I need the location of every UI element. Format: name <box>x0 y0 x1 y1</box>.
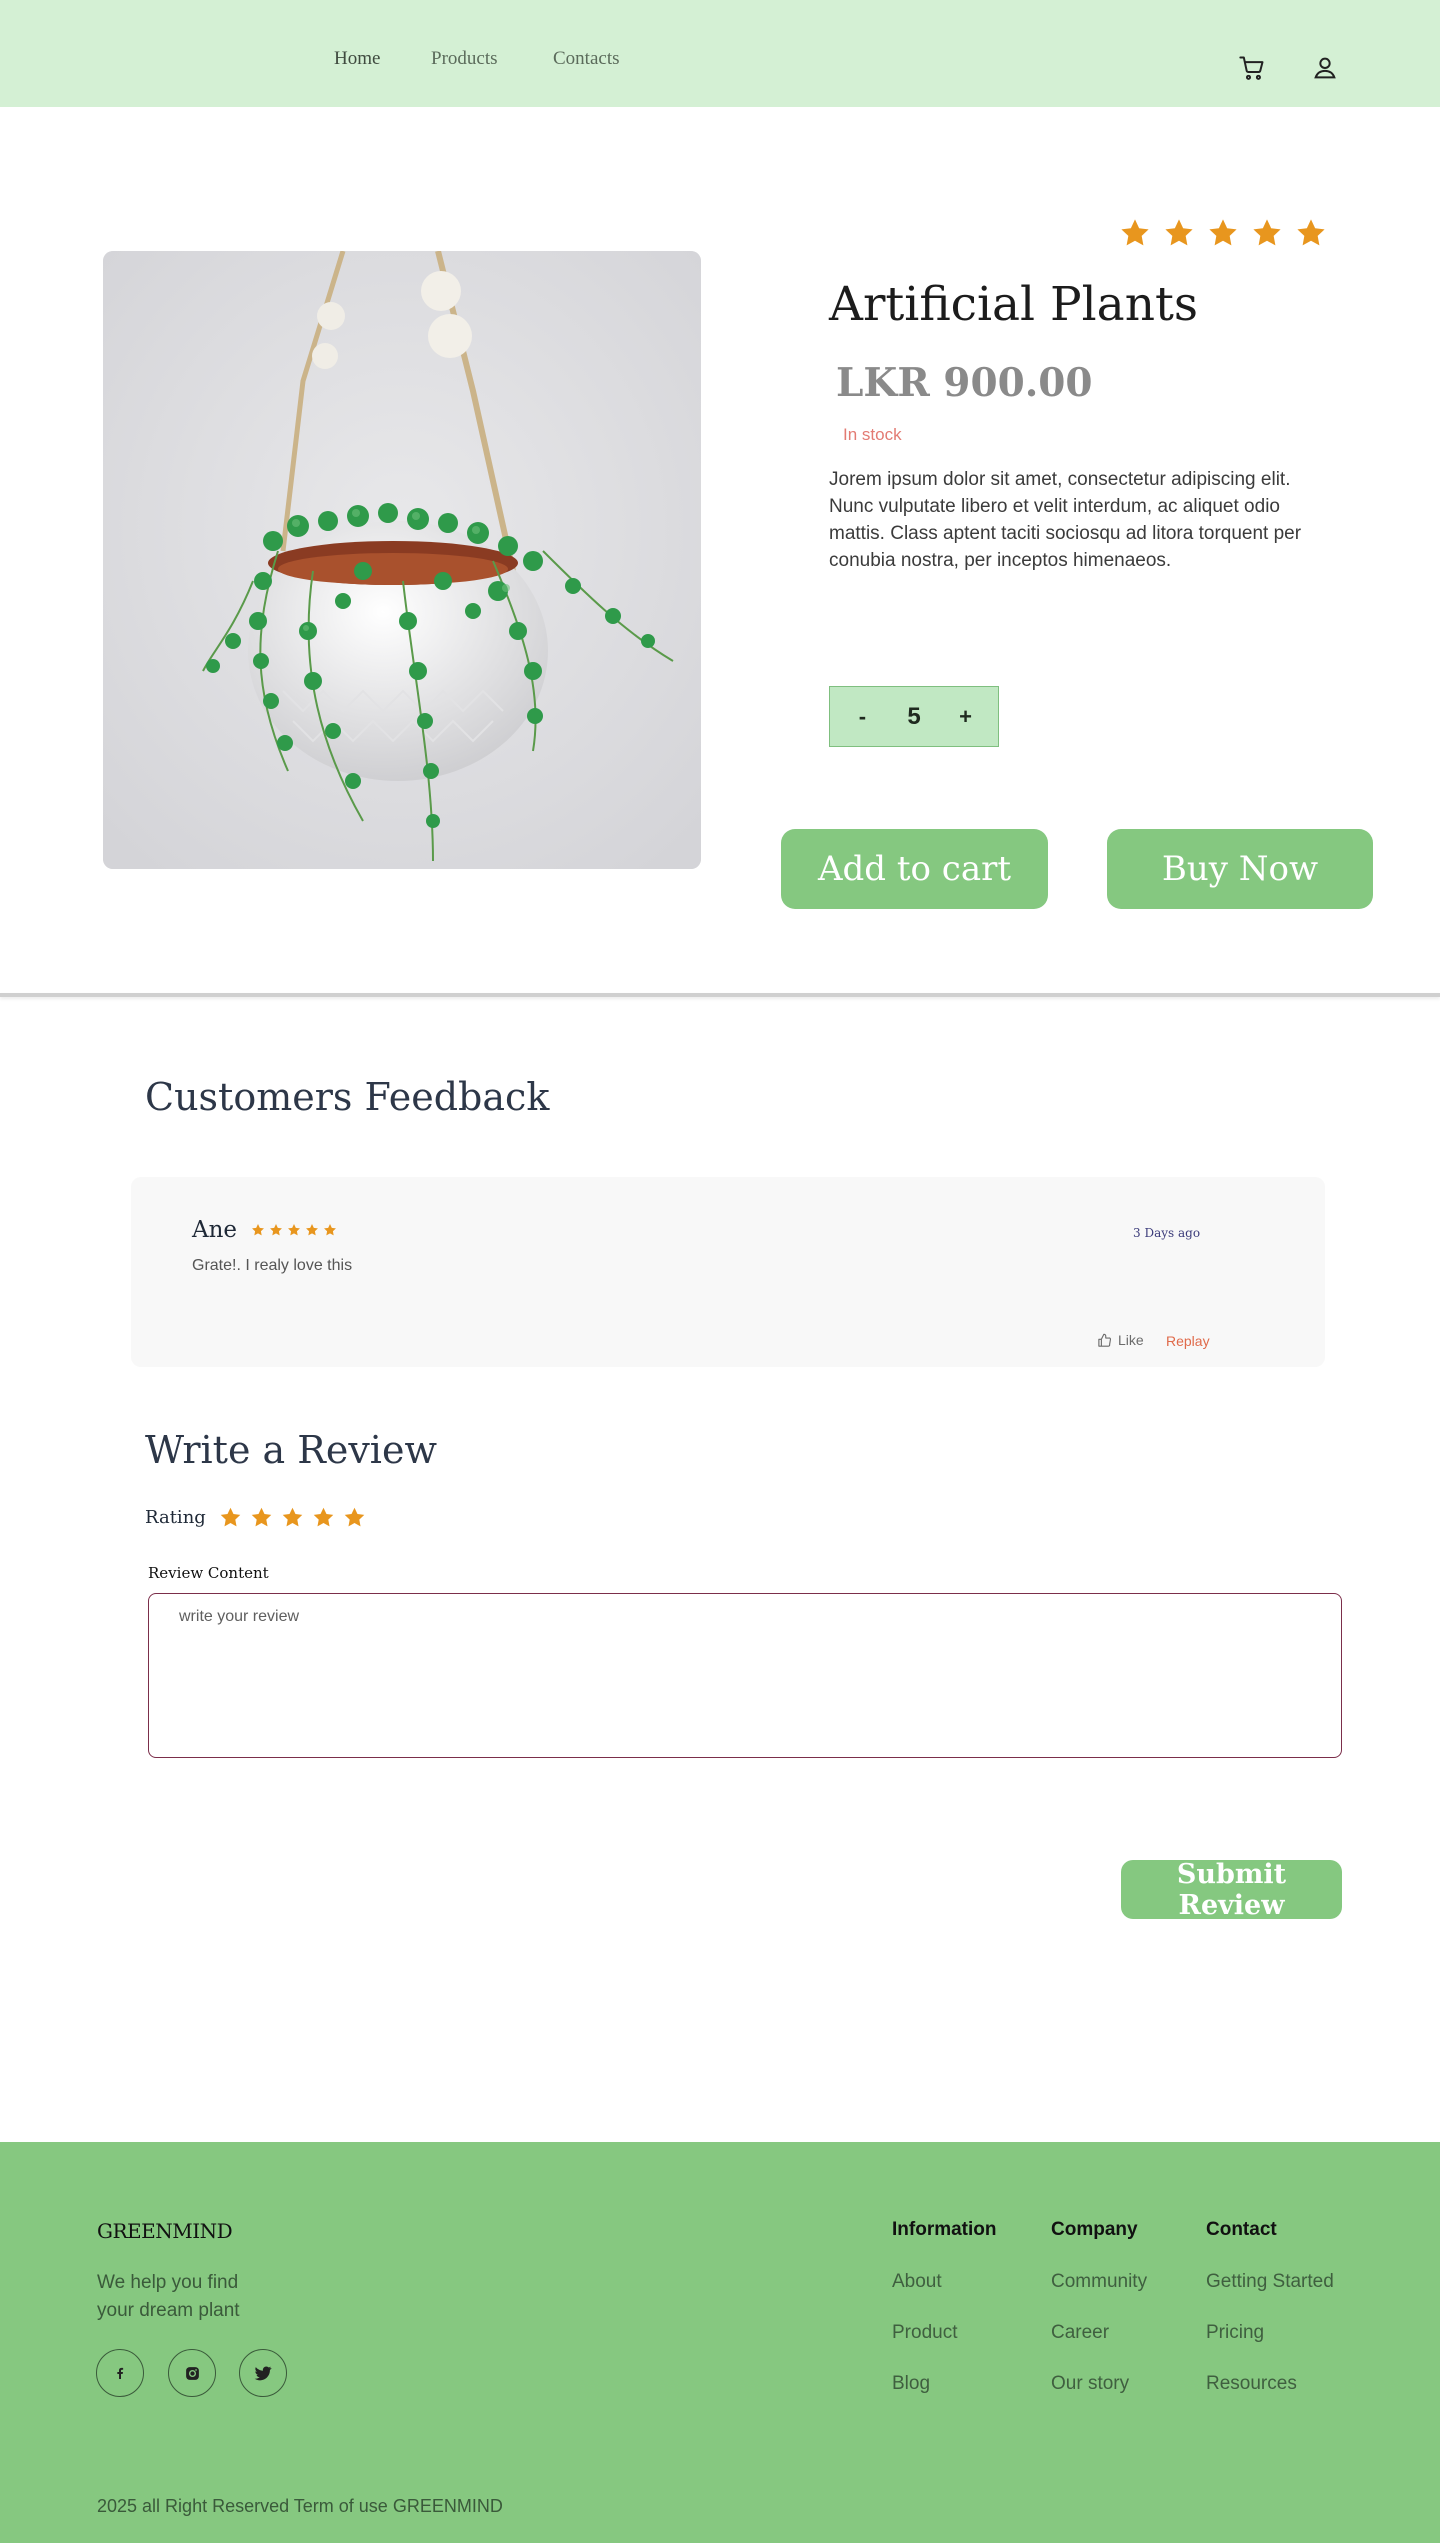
nav-contacts-link[interactable]: Contacts <box>553 48 620 70</box>
product-description: Jorem ipsum dolor sit amet, consectetur … <box>829 469 1302 571</box>
twitter-button[interactable] <box>239 2349 287 2397</box>
review-content-label: Review Content <box>148 1564 269 1582</box>
rating-star-5[interactable] <box>343 1506 366 1529</box>
review-rating <box>251 1223 337 1237</box>
product-rating <box>1119 217 1327 249</box>
stock-status: In stock <box>843 425 902 444</box>
increase-quantity-button[interactable]: + <box>946 704 986 730</box>
rating-star-4[interactable] <box>312 1506 335 1529</box>
star-icon <box>1297 219 1325 246</box>
thumbs-up-icon <box>1098 1333 1111 1347</box>
star-icon <box>288 1224 300 1236</box>
rating-input <box>219 1506 366 1529</box>
section-divider <box>0 993 1440 997</box>
submit-review-button[interactable]: Submit Review <box>1121 1859 1342 1921</box>
review-text: Grate!. I realy love this <box>192 1257 353 1274</box>
star-icon <box>324 1224 336 1236</box>
top-navigation-bar: Home Products Contacts <box>0 0 1440 107</box>
star-icon <box>270 1224 282 1236</box>
product-image <box>103 251 701 869</box>
rating-star-2[interactable] <box>250 1506 273 1529</box>
footer-link-getting-started[interactable]: Getting Started <box>1206 2271 1334 2293</box>
reviewer-name: Ane <box>192 1217 238 1243</box>
footer-link-about[interactable]: About <box>892 2271 942 2293</box>
star-icon <box>306 1224 318 1236</box>
rating-star-3[interactable] <box>281 1506 304 1529</box>
like-label: Like <box>1118 1332 1144 1348</box>
star-icon <box>252 1224 264 1236</box>
review-content-input[interactable] <box>148 1593 1342 1758</box>
write-review-title: Write a Review <box>145 1428 437 1472</box>
twitter-icon <box>254 2366 272 2381</box>
buy-now-button[interactable]: Buy Now <box>1107 829 1373 909</box>
product-title: Artificial Plants <box>829 277 1198 332</box>
nav-products-link[interactable]: Products <box>431 48 498 70</box>
rating-label: Rating <box>145 1507 206 1528</box>
add-to-cart-button[interactable]: Add to cart <box>781 829 1048 909</box>
footer-link-pricing[interactable]: Pricing <box>1206 2322 1264 2344</box>
rating-star-1[interactable] <box>219 1506 242 1529</box>
instagram-icon <box>185 2366 199 2380</box>
quantity-value: 5 <box>907 702 921 730</box>
footer-link-resources[interactable]: Resources <box>1206 2373 1297 2395</box>
star-icon <box>1121 219 1149 246</box>
footer-heading-company: Company <box>1051 2219 1138 2240</box>
user-icon[interactable] <box>1311 54 1339 82</box>
product-price: LKR 900.00 <box>836 360 1093 406</box>
facebook-icon <box>117 2367 124 2379</box>
star-icon <box>1253 219 1281 246</box>
footer-heading-information: Information <box>892 2219 997 2240</box>
decrease-quantity-button[interactable]: - <box>842 704 882 730</box>
reply-button[interactable]: Replay <box>1166 1333 1210 1349</box>
review-date: 3 Days ago <box>1133 1226 1201 1240</box>
cart-icon[interactable] <box>1238 54 1266 82</box>
footer-link-community[interactable]: Community <box>1051 2271 1147 2293</box>
like-button[interactable]: Like <box>1097 1332 1144 1348</box>
footer-link-our-story[interactable]: Our story <box>1051 2373 1129 2395</box>
quantity-stepper: - 5 + <box>829 686 999 747</box>
copyright-text: 2025 all Right Reserved Term of use GREE… <box>97 2496 503 2516</box>
footer-tagline: We help you find your dream plant <box>97 2272 240 2321</box>
footer-link-career[interactable]: Career <box>1051 2322 1109 2344</box>
feedback-title: Customers Feedback <box>145 1075 550 1119</box>
nav-home-link[interactable]: Home <box>334 48 380 70</box>
instagram-button[interactable] <box>168 2349 216 2397</box>
star-icon <box>1165 219 1193 246</box>
facebook-button[interactable] <box>96 2349 144 2397</box>
footer-link-blog[interactable]: Blog <box>892 2373 930 2395</box>
star-icon <box>1209 219 1237 246</box>
footer-brand: GREENMIND <box>97 2219 233 2243</box>
footer-heading-contact: Contact <box>1206 2219 1277 2240</box>
footer-link-product[interactable]: Product <box>892 2322 957 2344</box>
